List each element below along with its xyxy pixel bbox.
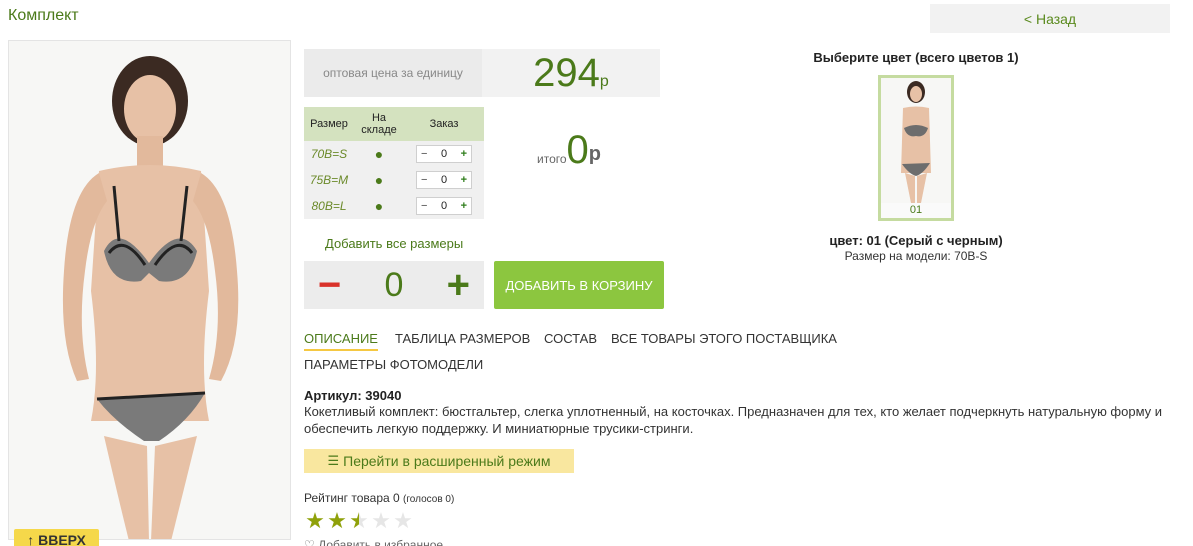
- quantity-value[interactable]: 0: [441, 148, 447, 160]
- thumbnail-photo: [881, 78, 951, 203]
- model-size: Размер на модели: 70B-S: [844, 249, 988, 263]
- list-icon: ☰: [327, 453, 340, 468]
- price-currency: р: [599, 73, 609, 90]
- price-number: 294: [533, 50, 600, 95]
- quantity-stepper[interactable]: − 0 +: [416, 197, 472, 215]
- model-photo-illustration: [9, 41, 290, 539]
- size-table-header: Размер На складе Заказ: [304, 107, 484, 141]
- quantity-stepper[interactable]: − 0 +: [416, 145, 472, 163]
- order-cell: − 0 +: [404, 193, 484, 219]
- star-icon[interactable]: ★: [304, 510, 326, 532]
- plus-button[interactable]: +: [461, 148, 467, 160]
- order-cell: − 0 +: [404, 167, 484, 193]
- add-to-favorites-link[interactable]: ♡ Добавить в избранное: [304, 538, 443, 546]
- page-title: Комплект: [8, 7, 79, 24]
- color-select-title: Выберите цвет (всего цветов 1): [813, 50, 1019, 65]
- total-label: итого: [537, 152, 567, 166]
- in-stock-dot: ●: [354, 141, 404, 167]
- header-size: Размер: [304, 107, 354, 141]
- plus-button[interactable]: +: [461, 200, 467, 212]
- advanced-mode-button[interactable]: ☰ Перейти в расширенный режим: [304, 449, 574, 473]
- star-icon[interactable]: ★: [326, 510, 348, 532]
- total-currency: р: [588, 143, 601, 165]
- increase-button[interactable]: +: [447, 265, 470, 305]
- rating-label: Рейтинг товара 0: [304, 491, 400, 505]
- minus-button[interactable]: −: [421, 148, 427, 160]
- total-value: 0: [566, 128, 589, 172]
- scroll-up-button[interactable]: ↑ ВВЕРХ: [14, 529, 99, 546]
- minus-button[interactable]: −: [421, 174, 427, 186]
- heart-icon: ♡: [304, 538, 315, 546]
- size-label: 75B=M: [304, 167, 354, 193]
- table-row: 80B=L ● − 0 +: [304, 193, 484, 219]
- minus-button[interactable]: −: [421, 200, 427, 212]
- table-row: 75B=M ● − 0 +: [304, 167, 484, 193]
- quantity-stepper[interactable]: − 0 +: [416, 171, 472, 189]
- thumbnail-number: 01: [909, 204, 923, 216]
- price-box: оптовая цена за единицу 294 р: [304, 49, 660, 97]
- product-description: Кокетливый комплект: бюстгальтер, слегка…: [304, 404, 1163, 436]
- order-cell: − 0 +: [404, 141, 484, 167]
- in-stock-dot: ●: [354, 193, 404, 219]
- table-row: 70B=S ● − 0 +: [304, 141, 484, 167]
- in-stock-dot: ●: [354, 167, 404, 193]
- tab-description[interactable]: ОПИСАНИЕ: [304, 331, 378, 351]
- half-star-icon[interactable]: ★: [348, 510, 370, 532]
- tab-composition[interactable]: СОСТАВ: [544, 331, 597, 349]
- header-order: Заказ: [404, 107, 484, 141]
- price-label: оптовая цена за единицу: [304, 49, 482, 97]
- rating-votes: (голосов 0): [403, 494, 455, 505]
- selected-color: цвет: 01 (Серый с черным): [829, 233, 1003, 248]
- advanced-mode-label: Перейти в расширенный режим: [343, 453, 551, 469]
- plus-button[interactable]: +: [461, 174, 467, 186]
- order-quantity-value[interactable]: 0: [385, 266, 404, 305]
- size-table: Размер На складе Заказ 70B=S ● − 0 + 75B…: [304, 107, 484, 219]
- quantity-value[interactable]: 0: [441, 200, 447, 212]
- size-label: 80B=L: [304, 193, 354, 219]
- order-quantity-stepper[interactable]: − 0 +: [304, 261, 484, 309]
- total: итого 0 р: [537, 128, 601, 172]
- color-thumbnail[interactable]: 01: [878, 75, 954, 221]
- header-stock: На складе: [354, 107, 404, 141]
- favorites-label: Добавить в избранное: [318, 538, 444, 546]
- add-all-sizes-link[interactable]: Добавить все размеры: [325, 236, 463, 251]
- back-button[interactable]: < Назад: [930, 4, 1170, 33]
- tab-supplier-products[interactable]: ВСЕ ТОВАРЫ ЭТОГО ПОСТАВЩИКА: [611, 331, 837, 349]
- add-to-cart-button[interactable]: ДОБАВИТЬ В КОРЗИНУ: [494, 261, 664, 309]
- size-label: 70B=S: [304, 141, 354, 167]
- star-icon[interactable]: ★: [392, 510, 414, 532]
- decrease-button[interactable]: −: [318, 265, 341, 305]
- article-number: Артикул: 39040: [304, 388, 402, 403]
- tab-model-parameters[interactable]: ПАРАМЕТРЫ ФОТОМОДЕЛИ: [304, 357, 483, 375]
- price-value: 294 р: [482, 49, 660, 97]
- quantity-value[interactable]: 0: [441, 174, 447, 186]
- star-icon[interactable]: ★: [370, 510, 392, 532]
- tab-size-table[interactable]: ТАБЛИЦА РАЗМЕРОВ: [395, 331, 530, 349]
- product-photo[interactable]: [8, 40, 291, 540]
- rating-stars[interactable]: ★ ★ ★ ★ ★: [304, 510, 414, 532]
- rating-text: Рейтинг товара 0 (голосов 0): [304, 491, 454, 505]
